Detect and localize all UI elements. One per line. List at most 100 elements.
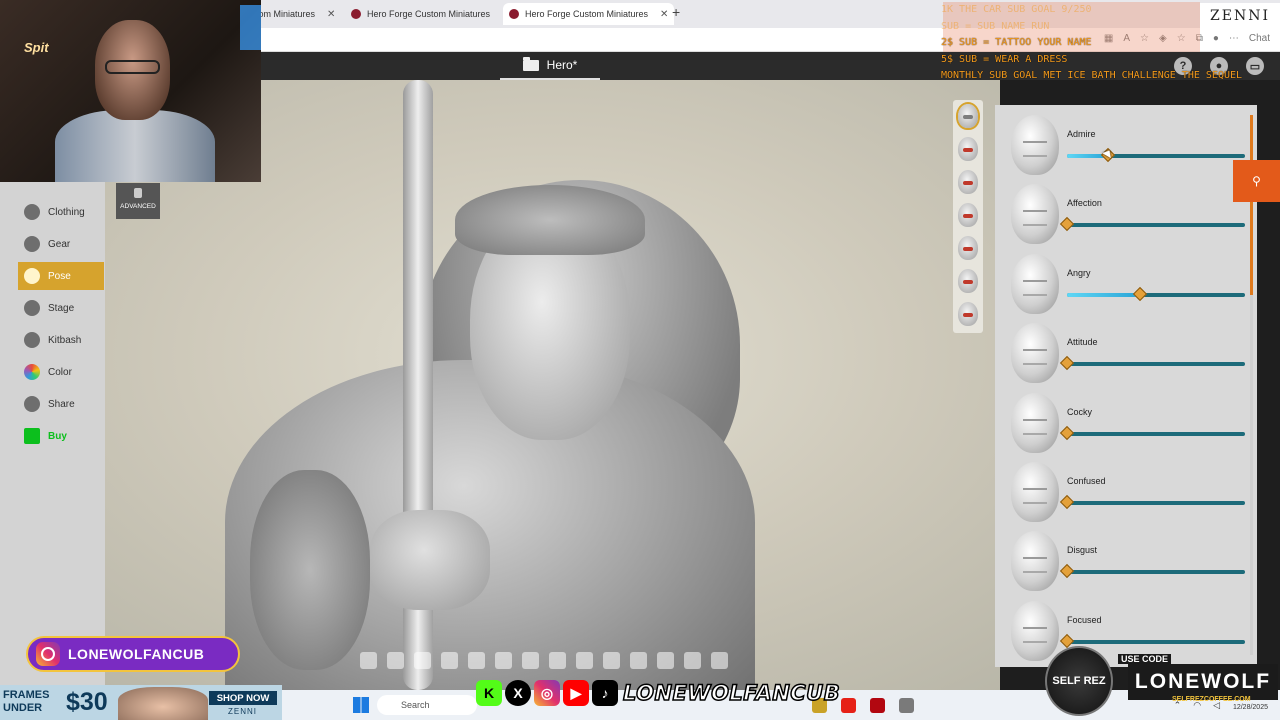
miniature-wreath — [455, 185, 645, 255]
emotion-label: Affection — [1067, 198, 1102, 209]
ad-headline: FRAMES UNDER — [3, 689, 49, 715]
menu-item-buy[interactable]: Buy — [18, 422, 104, 450]
pose-icon — [24, 268, 40, 284]
taskbar-search[interactable]: Search — [377, 695, 477, 715]
emotion-slider-handle[interactable] — [1132, 286, 1148, 301]
emotion-preset-thumb[interactable] — [958, 137, 978, 161]
stage-icon — [24, 300, 40, 316]
youtube-app-icon[interactable] — [841, 698, 856, 713]
browser-tab[interactable]: tom Miniatures ✕ — [250, 3, 341, 25]
menu-item-label: Clothing — [48, 206, 85, 218]
emotion-slider[interactable] — [1059, 633, 1245, 648]
emotion-slider[interactable] — [1059, 217, 1245, 232]
gift-icon[interactable] — [684, 652, 701, 669]
promo-code: LONEWOLF — [1128, 664, 1278, 700]
twitch-icon[interactable] — [522, 652, 539, 669]
emotion-slider[interactable] — [1059, 494, 1245, 510]
instagram-icon — [36, 642, 60, 666]
panel-scrollbar-thumb[interactable] — [1250, 115, 1253, 295]
calendar-icon[interactable] — [549, 652, 566, 669]
menu-item-color[interactable]: Color — [18, 358, 104, 386]
emotion-slider-handle[interactable] — [1059, 564, 1075, 579]
browser-tab-active[interactable]: Hero Forge Custom Miniatures ✕ — [503, 3, 675, 25]
self-rez-logo: SELF REZ — [1045, 646, 1113, 716]
instagram-handle-badge: LONEWOLFANCUB — [26, 636, 240, 672]
emotion-slider-handle[interactable] — [1059, 356, 1075, 371]
hero-name: Hero* — [546, 58, 578, 72]
ad-model-image — [118, 687, 208, 720]
discord-icon[interactable] — [468, 652, 485, 669]
emotion-row-disgust: Disgust — [1005, 525, 1245, 594]
emotion-preset-thumb[interactable] — [958, 269, 978, 293]
folder-icon[interactable] — [522, 56, 539, 71]
emotion-slider[interactable] — [1059, 425, 1245, 440]
emotion-label: Confused — [1067, 476, 1106, 486]
youtube-icon[interactable] — [441, 652, 458, 669]
streamer-glasses — [105, 60, 160, 74]
emotion-row-affection: Affection — [1005, 178, 1245, 247]
emotion-row-attitude: Attitude — [1005, 317, 1245, 386]
emotion-slider[interactable] — [1067, 286, 1245, 301]
emotion-preset-thumb[interactable] — [958, 104, 978, 128]
emotion-slider-handle[interactable] — [1059, 494, 1075, 510]
document-title[interactable]: Hero* — [500, 52, 600, 80]
menu-item-share[interactable]: Share — [18, 390, 104, 418]
emotion-slider[interactable] — [1059, 356, 1245, 371]
pose-side-tab[interactable]: ⚲ — [1233, 160, 1280, 202]
emotion-preset-thumb[interactable] — [958, 203, 978, 227]
stream-social-bar: K X ◎ ▶ ♪ LONEWOLFANCUB — [476, 678, 841, 708]
emotion-preset-thumb[interactable] — [958, 302, 978, 326]
steam-app-icon[interactable] — [899, 698, 914, 713]
tab-title: tom Miniatures — [256, 9, 316, 19]
search-placeholder: Search — [401, 700, 430, 710]
new-tab-button[interactable]: + — [672, 4, 680, 20]
site-social-links — [360, 652, 728, 669]
email-icon[interactable] — [576, 652, 593, 669]
menu-item-clothing[interactable]: Clothing — [18, 198, 104, 226]
emotion-face-preview — [1011, 253, 1059, 314]
emotion-preset-strip — [953, 100, 983, 333]
emotion-preset-thumb[interactable] — [958, 170, 978, 194]
menu-item-label: Pose — [48, 270, 71, 282]
facebook-icon[interactable] — [360, 652, 377, 669]
menu-item-label: Stage — [48, 302, 75, 314]
share-icon[interactable] — [657, 652, 674, 669]
emotion-face-preview — [1011, 531, 1059, 592]
emotion-slider[interactable] — [1067, 147, 1245, 163]
instagram-icon[interactable] — [414, 652, 431, 669]
ad-brand: ZENNI — [228, 707, 257, 716]
menu-item-stage[interactable]: Stage — [18, 294, 104, 322]
self-rez-sponsor: SELF REZ USE CODE LONEWOLF SELFREZCOFFEE… — [1040, 646, 1280, 720]
share-icon — [24, 396, 40, 412]
emotion-slider[interactable] — [1059, 564, 1245, 579]
menu-item-kitbash[interactable]: Kitbash — [18, 326, 104, 354]
shirt-icon — [24, 204, 40, 220]
kickstarter-icon[interactable] — [711, 652, 728, 669]
kick-icon: K — [476, 680, 502, 706]
emotion-label: Cocky — [1067, 406, 1093, 417]
close-icon[interactable]: ✕ — [660, 9, 668, 20]
browser-tab[interactable]: Hero Forge Custom Miniatures ✕ — [345, 3, 516, 25]
gear-icon[interactable] — [630, 652, 647, 669]
hero-forge-favicon-icon — [351, 9, 361, 19]
emotion-slider-handle[interactable] — [1059, 217, 1075, 232]
emotion-preset-thumb[interactable] — [958, 236, 978, 260]
emotion-slider-handle[interactable] — [1059, 425, 1075, 440]
close-icon[interactable]: ✕ — [327, 9, 335, 20]
windows-start-icon[interactable] — [353, 697, 369, 713]
menu-item-pose[interactable]: Pose — [18, 262, 104, 290]
swords-icon — [24, 236, 40, 252]
settings-icon[interactable] — [603, 652, 620, 669]
emotion-row-cocky: Cocky — [1005, 387, 1245, 456]
menu-item-gear[interactable]: Gear — [18, 230, 104, 258]
handle-text: LONEWOLFANCUB — [68, 646, 205, 662]
kitbash-icon — [24, 332, 40, 348]
reddit-icon[interactable] — [495, 652, 512, 669]
emotion-label: Disgust — [1067, 545, 1098, 556]
advanced-button[interactable]: ADVANCED — [116, 183, 160, 219]
bluesky-icon[interactable] — [387, 652, 404, 669]
left-category-menu: Clothing Gear Pose Stage Kitbash Color S… — [0, 172, 105, 690]
netflix-app-icon[interactable] — [870, 698, 885, 713]
emotion-row-admire: Admire — [1005, 109, 1245, 178]
webcam-sign: Spit — [24, 40, 49, 55]
